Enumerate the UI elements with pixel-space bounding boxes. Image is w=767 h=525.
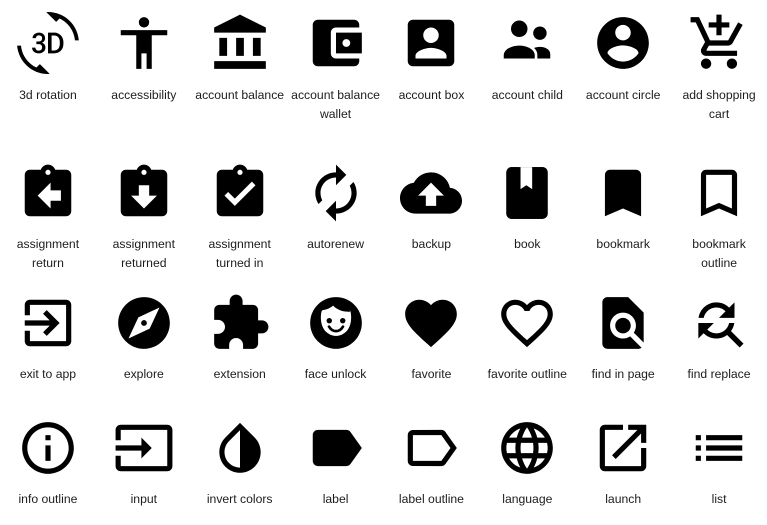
find-replace-icon[interactable] (683, 287, 755, 359)
icon-label: invert colors (206, 492, 273, 506)
icon-cell[interactable]: autorenew (288, 155, 384, 285)
icon-label: assignment returned (112, 237, 175, 270)
icon-label: assignment return (16, 237, 80, 270)
icon-cell[interactable]: extension (192, 285, 288, 410)
icon-cell[interactable]: assignment return (0, 155, 96, 285)
icon-label: add shopping cart (682, 88, 756, 121)
autorenew-icon[interactable] (300, 157, 372, 229)
icon-cell[interactable]: account balance (192, 0, 288, 155)
icon-label: backup (411, 237, 452, 251)
icon-label: bookmark outline (692, 237, 746, 270)
icon-label: account balance (195, 88, 285, 102)
label-icon[interactable] (300, 412, 372, 484)
icon-cell[interactable]: assignment turned in (192, 155, 288, 285)
add-shopping-cart-icon[interactable] (683, 6, 755, 80)
icon-cell[interactable]: favorite outline (479, 285, 575, 410)
icon-label: account balance wallet (291, 88, 380, 121)
invert-colors-icon[interactable] (204, 412, 276, 484)
icon-cell[interactable]: label outline (384, 410, 480, 525)
bookmark-outline-icon[interactable] (683, 157, 755, 229)
find-in-page-icon[interactable] (587, 287, 659, 359)
icon-label: favorite outline (487, 367, 567, 381)
extension-icon[interactable] (204, 287, 276, 359)
icon-label: account circle (585, 88, 661, 102)
icon-label: account box (398, 88, 465, 102)
icon-label: explore (123, 367, 164, 381)
book-icon[interactable] (491, 157, 563, 229)
icon-cell[interactable]: explore (96, 285, 192, 410)
icon-label: info outline (18, 492, 78, 506)
icon-label: input (130, 492, 158, 506)
icon-cell[interactable]: 3d rotation (0, 0, 96, 155)
icon-label: language (502, 492, 553, 506)
exit-to-app-icon[interactable] (12, 287, 84, 359)
icon-cell[interactable]: accessibility (96, 0, 192, 155)
icon-cell[interactable]: account child (479, 0, 575, 155)
label-outline-icon[interactable] (395, 412, 467, 484)
icon-label: list (711, 492, 727, 506)
icon-label: label outline (398, 492, 464, 506)
favorite-outline-icon[interactable] (491, 287, 563, 359)
icon-cell[interactable]: assignment returned (96, 155, 192, 285)
assignment-turned-in-icon[interactable] (204, 157, 276, 229)
icon-cell[interactable]: language (479, 410, 575, 525)
icon-label: autorenew (307, 237, 365, 251)
icon-label: find in page (591, 367, 655, 381)
list-icon[interactable] (683, 412, 755, 484)
icon-cell[interactable]: account circle (575, 0, 671, 155)
icon-cell[interactable]: face unlock (288, 285, 384, 410)
assignment-return-icon[interactable] (12, 157, 84, 229)
account-circle-icon[interactable] (587, 6, 659, 80)
icon-label: find replace (687, 367, 751, 381)
icon-label: label (322, 492, 349, 506)
bookmark-icon[interactable] (587, 157, 659, 229)
icon-label: book (514, 237, 541, 251)
icon-label: face unlock (304, 367, 367, 381)
3d-rotation-icon[interactable] (12, 6, 84, 80)
icon-cell[interactable]: account box (384, 0, 480, 155)
icon-cell[interactable]: label (288, 410, 384, 525)
icon-cell[interactable]: account balance wallet (288, 0, 384, 155)
icon-cell[interactable]: add shopping cart (671, 0, 767, 155)
icon-cell[interactable]: backup (384, 155, 480, 285)
info-outline-icon[interactable] (12, 412, 84, 484)
launch-icon[interactable] (587, 412, 659, 484)
icon-cell[interactable]: exit to app (0, 285, 96, 410)
accessibility-icon[interactable] (108, 6, 180, 80)
icon-label: extension (213, 367, 266, 381)
icon-cell[interactable]: bookmark outline (671, 155, 767, 285)
account-balance-icon[interactable] (204, 6, 276, 80)
icon-label: assignment turned in (208, 237, 271, 270)
icon-cell[interactable]: input (96, 410, 192, 525)
language-icon[interactable] (491, 412, 563, 484)
icon-label: accessibility (111, 88, 177, 102)
backup-icon[interactable] (395, 157, 467, 229)
icon-cell[interactable]: find in page (575, 285, 671, 410)
icon-label: launch (605, 492, 642, 506)
icon-label: 3d rotation (19, 88, 77, 102)
assignment-returned-icon[interactable] (108, 157, 180, 229)
face-unlock-icon[interactable] (300, 287, 372, 359)
favorite-icon[interactable] (395, 287, 467, 359)
account-child-icon[interactable] (491, 6, 563, 80)
account-balance-wallet-icon[interactable] (300, 6, 372, 80)
input-icon[interactable] (108, 412, 180, 484)
icon-cell[interactable]: info outline (0, 410, 96, 525)
icon-cell[interactable]: bookmark (575, 155, 671, 285)
icon-cell[interactable]: favorite (384, 285, 480, 410)
icon-cell[interactable]: find replace (671, 285, 767, 410)
icon-label: account child (491, 88, 563, 102)
icon-cell[interactable]: launch (575, 410, 671, 525)
icon-cell[interactable]: book (479, 155, 575, 285)
icon-cell[interactable]: list (671, 410, 767, 525)
icon-label: bookmark (596, 237, 650, 251)
icon-gallery-grid: 3d rotation accessibility account balanc… (0, 0, 767, 525)
account-box-icon[interactable] (395, 6, 467, 80)
icon-cell[interactable]: invert colors (192, 410, 288, 525)
icon-label: exit to app (19, 367, 77, 381)
explore-icon[interactable] (108, 287, 180, 359)
icon-label: favorite (411, 367, 452, 381)
